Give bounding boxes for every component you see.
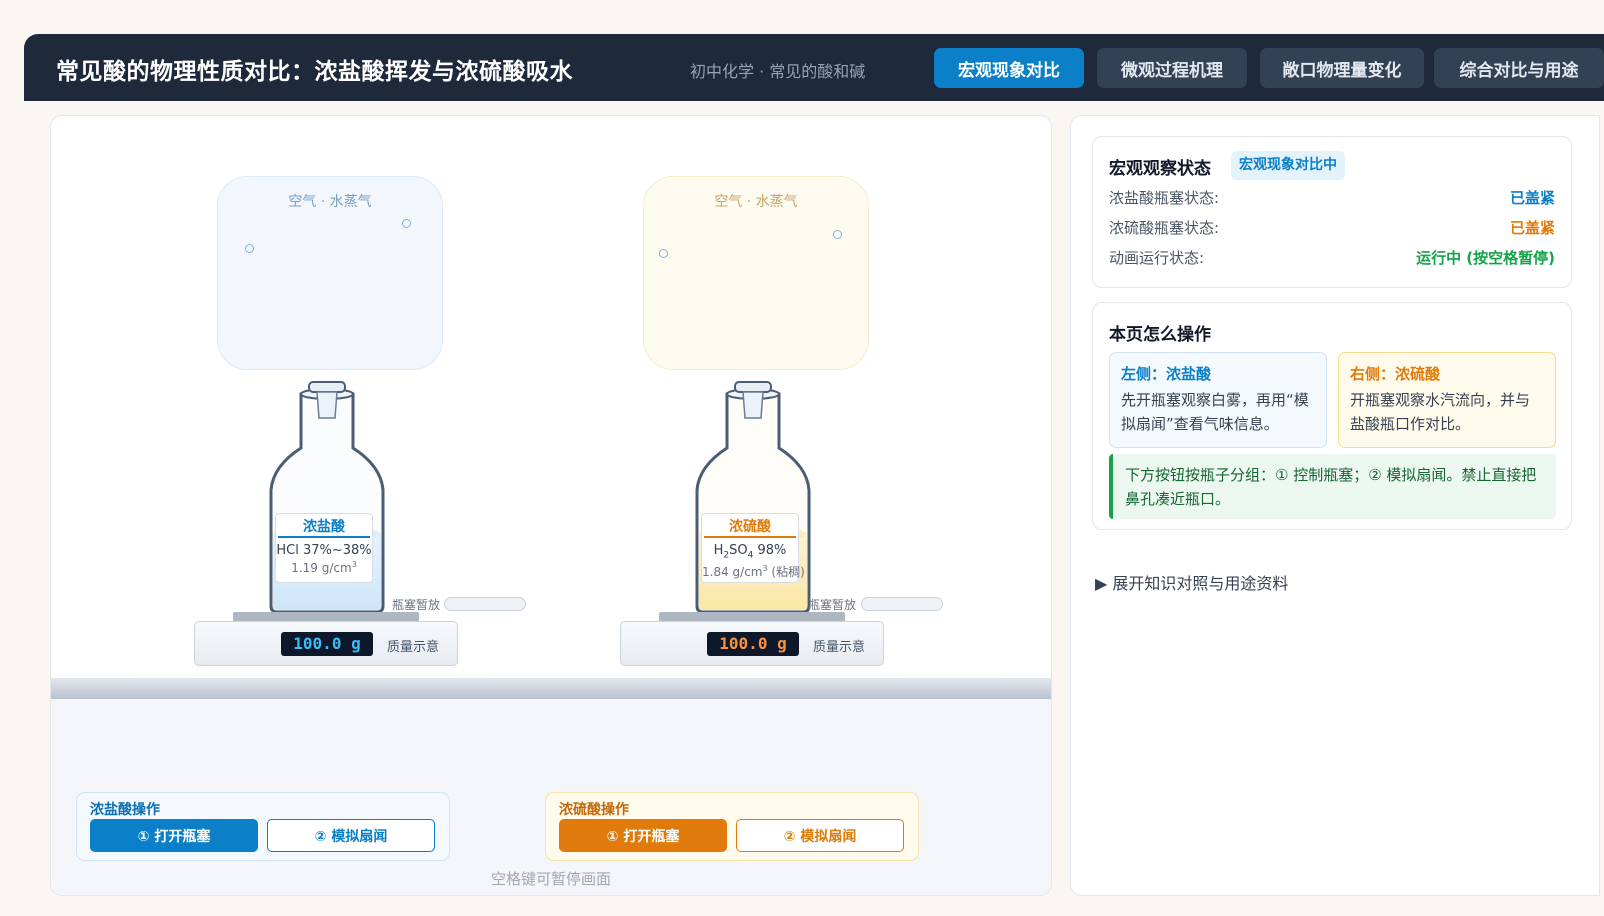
h2so4-scale: 100.0 g 质量示意	[620, 621, 884, 666]
safety-note: 下方按钮按瓶子分组：① 控制瓶塞；② 模拟扇闻。禁止直接把鼻孔凑近瓶口。	[1109, 454, 1556, 519]
howto-right-body: 开瓶塞观察水汽流向，并与盐酸瓶口作对比。	[1350, 391, 1531, 433]
howto-right: 右侧：浓硫酸 开瓶塞观察水汽流向，并与盐酸瓶口作对比。	[1338, 352, 1556, 448]
howto-card: 本页怎么操作 左侧：浓盐酸 先开瓶塞观察白雾，再用“模拟扇闻”查看气味信息。 右…	[1092, 302, 1572, 530]
hcl-fan-smell-button[interactable]: ② 模拟扇闻	[267, 819, 435, 852]
page-title: 常见酸的物理性质对比：浓盐酸挥发与浓硫酸吸水	[56, 59, 573, 85]
howto-left: 左侧：浓盐酸 先开瓶塞观察白雾，再用“模拟扇闻”查看气味信息。	[1109, 352, 1327, 448]
page-subtitle: 初中化学 · 常见的酸和碱	[690, 62, 866, 81]
vapor-bubble	[402, 219, 411, 228]
h2so4-controls-title: 浓硫酸操作	[559, 802, 629, 818]
h2so4-mass-caption: 质量示意	[813, 640, 866, 655]
status-value: 已盖紧	[1509, 219, 1555, 237]
status-card: 宏观观察状态 宏观现象对比中 浓盐酸瓶塞状态: 已盖紧 浓硫酸瓶塞状态: 已盖紧…	[1092, 136, 1572, 288]
hcl-air-region: 空气 · 水蒸气	[217, 176, 443, 370]
status-value: 运行中 (按空格暂停)	[1416, 249, 1555, 267]
status-badge: 宏观现象对比中	[1231, 151, 1345, 180]
status-value: 已盖紧	[1509, 189, 1555, 207]
hcl-air-label: 空气 · 水蒸气	[288, 194, 372, 210]
h2so4-open-stopper-button[interactable]: ① 打开瓶塞	[559, 819, 727, 852]
h2so4-formula: H2SO4 98%	[713, 543, 787, 561]
status-key: 动画运行状态:	[1109, 249, 1205, 267]
vapor-bubble	[659, 249, 668, 258]
hcl-formula: HCl 37%~38%	[276, 543, 372, 558]
h2so4-air-label: 空气 · 水蒸气	[714, 194, 798, 210]
status-row: 动画运行状态: 运行中 (按空格暂停)	[1109, 247, 1555, 269]
h2so4-air-region: 空气 · 水蒸气	[643, 176, 869, 370]
lab-floor	[51, 676, 1051, 895]
pause-hint: 空格键可暂停画面	[490, 870, 611, 888]
h2so4-stopper-rest	[861, 597, 943, 611]
hcl-controls-title: 浓盐酸操作	[90, 802, 160, 818]
vapor-bubble	[833, 230, 842, 239]
status-row: 浓硫酸瓶塞状态: 已盖紧	[1109, 217, 1555, 239]
hcl-name: 浓盐酸	[303, 519, 345, 535]
h2so4-bottle-label: 浓硫酸 H2SO4 98% 1.84 g/cm3 (粘稠)	[701, 513, 805, 583]
tab-summary[interactable]: 综合对比与用途	[1434, 48, 1604, 88]
howto-left-title: 左侧：浓盐酸	[1121, 365, 1212, 383]
hcl-stopper-rest	[444, 597, 526, 611]
h2so4-controls: 浓硫酸操作 ① 打开瓶塞 ② 模拟扇闻	[545, 792, 919, 861]
hcl-density: 1.19 g/cm3	[291, 560, 357, 575]
hcl-bottle-label: 浓盐酸 HCl 37%~38% 1.19 g/cm3	[275, 513, 373, 583]
experiment-stage: 空气 · 水蒸气 空气 · 水蒸气 浓盐酸 HCl 37%~38% 1.19 g…	[50, 115, 1052, 896]
howto-title: 本页怎么操作	[1109, 325, 1211, 345]
howto-right-title: 右侧：浓硫酸	[1350, 365, 1441, 383]
hcl-mass-display: 100.0 g	[281, 632, 373, 656]
hcl-mass-caption: 质量示意	[387, 640, 440, 655]
h2so4-mass-display: 100.0 g	[707, 632, 799, 656]
status-row: 浓盐酸瓶塞状态: 已盖紧	[1109, 187, 1555, 209]
hcl-open-stopper-button[interactable]: ① 打开瓶塞	[90, 819, 258, 852]
tab-macro[interactable]: 宏观现象对比	[934, 48, 1084, 88]
tab-open-quantity[interactable]: 敞口物理量变化	[1260, 48, 1424, 88]
status-key: 浓硫酸瓶塞状态:	[1109, 219, 1220, 237]
vapor-bubble	[245, 244, 254, 253]
hcl-controls: 浓盐酸操作 ① 打开瓶塞 ② 模拟扇闻	[76, 792, 450, 861]
h2so4-density: 1.84 g/cm3 (粘稠)	[702, 563, 805, 579]
h2so4-stopper-rest-label: 瓶塞暂放	[808, 598, 857, 612]
status-title: 宏观观察状态	[1109, 159, 1211, 179]
hcl-stopper-rest-label: 瓶塞暂放	[392, 598, 441, 612]
h2so4-name: 浓硫酸	[729, 519, 771, 535]
lab-shelf	[51, 676, 1051, 699]
tab-micro[interactable]: 微观过程机理	[1097, 48, 1247, 88]
info-panel: 宏观观察状态 宏观现象对比中 浓盐酸瓶塞状态: 已盖紧 浓硫酸瓶塞状态: 已盖紧…	[1070, 115, 1600, 896]
h2so4-fan-smell-button[interactable]: ② 模拟扇闻	[736, 819, 904, 852]
app-header: 常见酸的物理性质对比：浓盐酸挥发与浓硫酸吸水 初中化学 · 常见的酸和碱 宏观现…	[24, 34, 1604, 101]
howto-left-body: 先开瓶塞观察白雾，再用“模拟扇闻”查看气味信息。	[1121, 391, 1309, 433]
status-key: 浓盐酸瓶塞状态:	[1109, 189, 1220, 207]
hcl-scale: 100.0 g 质量示意	[194, 621, 458, 666]
knowledge-details-toggle[interactable]: ▶ 展开知识对照与用途资料	[1095, 570, 1288, 594]
